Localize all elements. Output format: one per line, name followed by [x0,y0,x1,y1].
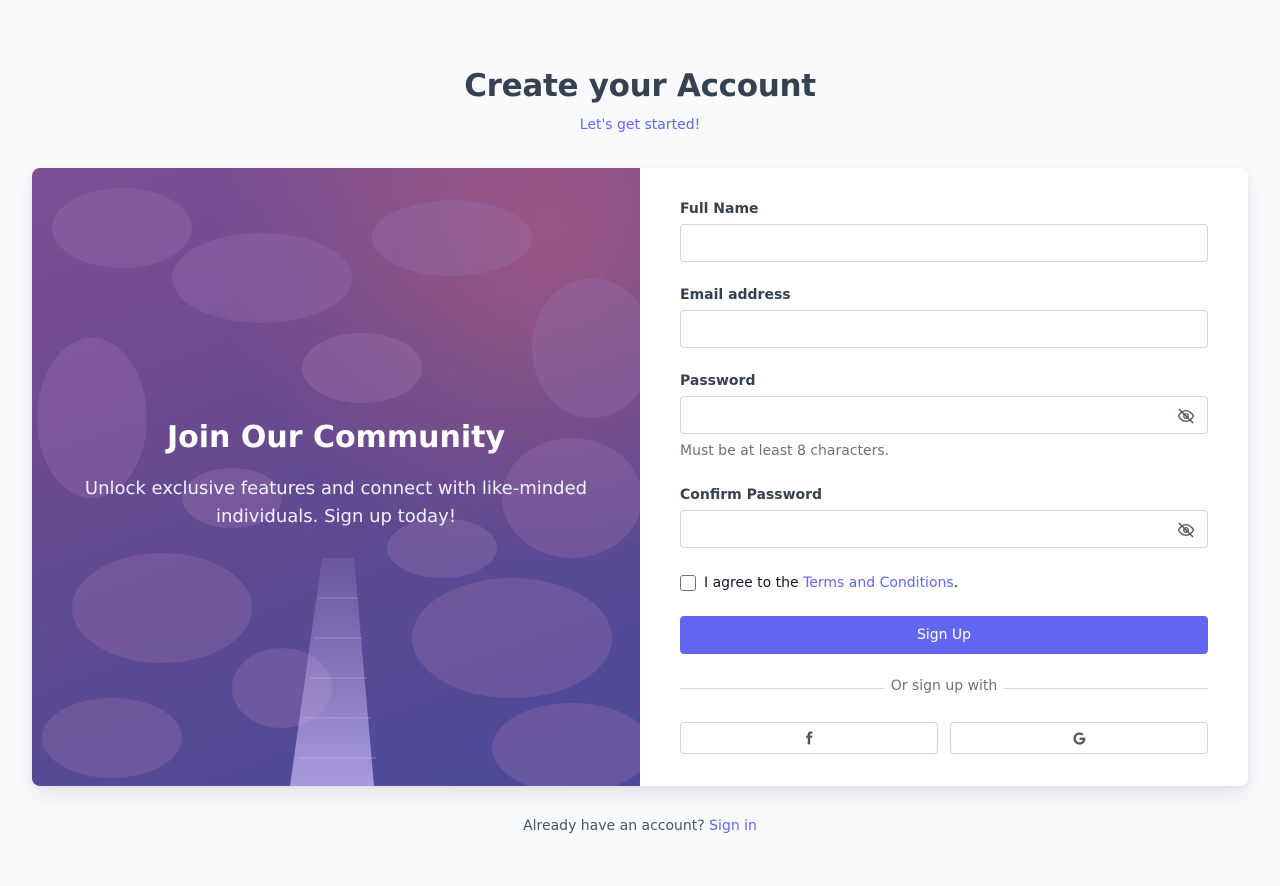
terms-text: I agree to the Terms and Conditions. [704,575,958,591]
hero-title: Join Our Community [167,420,505,455]
password-label: Password [680,373,756,389]
google-signup-button[interactable] [950,722,1208,754]
sign-in-link[interactable]: Sign in [709,818,757,834]
confirm-password-label: Confirm Password [680,487,823,503]
sign-up-button[interactable]: Sign Up [680,616,1208,654]
hero-text: Join Our Community Unlock exclusive feat… [32,420,640,531]
terms-suffix: . [953,575,959,591]
eye-slash-icon[interactable] [1177,407,1195,425]
signin-prompt: Already have an account? [523,818,710,834]
email-label: Email address [680,287,791,303]
terms-agreement: I agree to the Terms and Conditions. [680,573,958,593]
terms-link[interactable]: Terms and Conditions [803,575,954,591]
google-icon [1072,731,1085,745]
page-title: Create your Account [464,68,816,104]
signin-footer: Already have an account? Sign in [0,818,1280,834]
full-name-input[interactable] [680,224,1208,262]
terms-checkbox[interactable] [680,575,696,591]
hero-panel: Join Our Community Unlock exclusive feat… [32,168,640,786]
email-input[interactable] [680,310,1208,348]
eye-slash-icon[interactable] [1177,521,1195,539]
password-input[interactable] [680,396,1208,434]
hero-description: Unlock exclusive features and connect wi… [84,478,588,527]
facebook-signup-button[interactable] [680,722,938,754]
divider-text: Or sign up with [890,678,998,694]
confirm-password-input[interactable] [680,510,1208,548]
signup-card: Join Our Community Unlock exclusive feat… [32,168,1248,786]
page-subtitle: Let's get started! [579,117,701,133]
terms-prefix: I agree to the [704,575,804,591]
full-name-label: Full Name [680,201,759,217]
facebook-icon [806,731,813,745]
password-helper: Must be at least 8 characters. [680,443,890,459]
